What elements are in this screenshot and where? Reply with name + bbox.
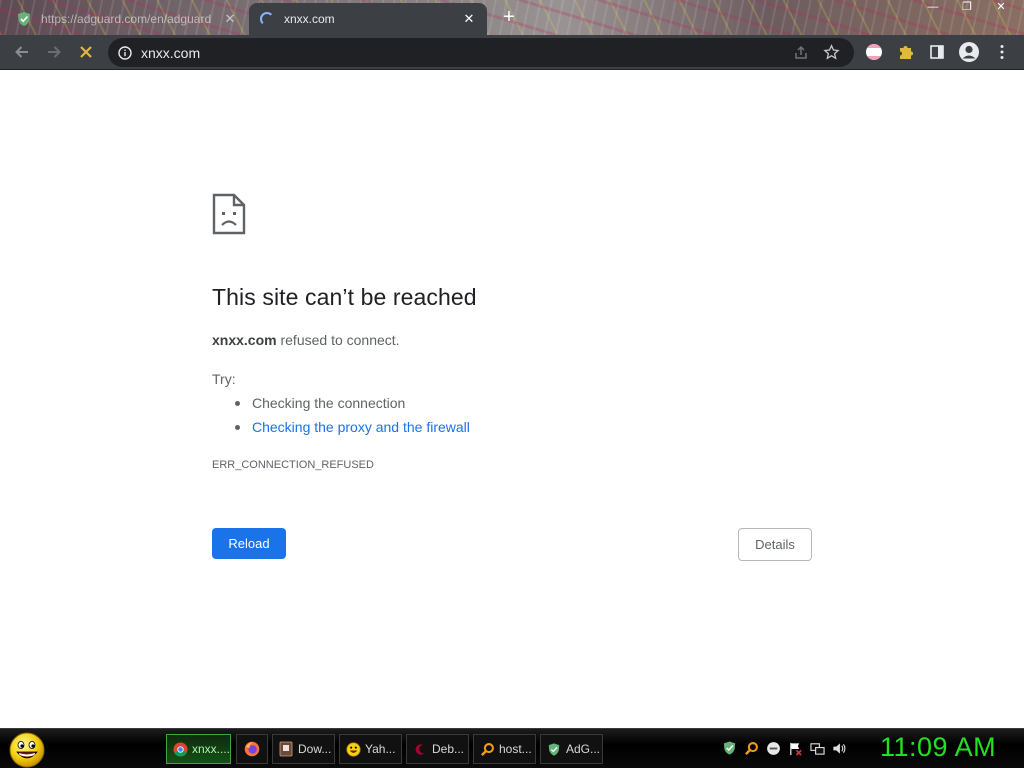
error-title: This site can’t be reached bbox=[212, 284, 477, 310]
taskbar-item-chrome[interactable]: xnxx.... bbox=[166, 734, 231, 764]
task-label: Dow... bbox=[298, 742, 332, 756]
details-button[interactable]: Details bbox=[738, 528, 812, 561]
taskbar-item-debian[interactable]: Deb... bbox=[406, 734, 469, 764]
extensions-button[interactable] bbox=[892, 38, 920, 66]
task-label: host... bbox=[499, 742, 532, 756]
share-icon[interactable] bbox=[788, 40, 814, 66]
loading-spinner-icon bbox=[259, 11, 275, 27]
extension-flag-icon bbox=[866, 44, 882, 60]
task-label: Deb... bbox=[432, 742, 465, 756]
stop-loading-button[interactable] bbox=[72, 38, 100, 66]
reload-button[interactable]: Reload bbox=[212, 528, 286, 559]
url-text[interactable]: xnxx.com bbox=[141, 45, 784, 61]
suggestion-check-connection: Checking the connection bbox=[252, 395, 406, 411]
stop-icon bbox=[80, 46, 92, 58]
taskbar-item-hosts[interactable]: host... bbox=[473, 734, 536, 764]
side-panel-button[interactable] bbox=[923, 38, 951, 66]
page-content: This site can’t be reached xnxx.com refu… bbox=[0, 70, 1024, 728]
menu-kebab-icon bbox=[1000, 45, 1004, 59]
extensions-puzzle-icon bbox=[900, 46, 913, 59]
adguard-shield-icon bbox=[16, 11, 32, 27]
taskbar-clock[interactable]: 11:09 AM bbox=[880, 732, 996, 763]
profile-avatar-icon bbox=[959, 42, 979, 62]
start-smiley-icon[interactable] bbox=[8, 731, 46, 768]
yahoo-smiley-icon bbox=[345, 741, 361, 757]
tab-title: xnxx.com bbox=[284, 12, 335, 26]
system-tray bbox=[718, 737, 850, 759]
taskbar-item-downloads[interactable]: Dow... bbox=[272, 734, 335, 764]
error-message: xnxx.com refused to connect. bbox=[212, 332, 400, 348]
list-item: Checking the proxy and the firewall bbox=[235, 419, 470, 443]
window-controls: — ❐ ✕ bbox=[916, 0, 1018, 16]
new-tab-button[interactable]: + bbox=[498, 7, 520, 29]
site-info-icon[interactable] bbox=[118, 45, 132, 60]
address-bar[interactable]: xnxx.com bbox=[108, 38, 854, 67]
profile-button[interactable] bbox=[955, 38, 983, 66]
minimize-button[interactable]: — bbox=[916, 0, 950, 16]
task-label: Yah... bbox=[365, 742, 396, 756]
browser-toolbar: xnxx.com bbox=[0, 35, 1024, 70]
action-center-flag-icon[interactable] bbox=[784, 738, 806, 758]
close-window-button[interactable]: ✕ bbox=[984, 0, 1018, 16]
search-magnifier-icon bbox=[479, 741, 495, 757]
tab-xnxx[interactable]: xnxx.com ✕ bbox=[249, 3, 487, 35]
debian-icon bbox=[412, 741, 428, 757]
taskbar-item-yahoo[interactable]: Yah... bbox=[339, 734, 402, 764]
maximize-button[interactable]: ❐ bbox=[950, 0, 984, 16]
error-host: xnxx.com bbox=[212, 332, 277, 348]
search-magnifier-icon[interactable] bbox=[740, 738, 762, 758]
back-icon bbox=[15, 46, 28, 58]
tab-adguard[interactable]: https://adguard.com/en/adguard ✕ bbox=[6, 3, 248, 35]
browser-tab-strip: https://adguard.com/en/adguard ✕ xnxx.co… bbox=[0, 0, 1024, 35]
taskbar-item-adguard[interactable]: AdG... bbox=[540, 734, 603, 764]
error-message-text: refused to connect. bbox=[276, 332, 400, 348]
suggestion-proxy-firewall-link[interactable]: Checking the proxy and the firewall bbox=[252, 419, 470, 435]
adguard-shield-icon[interactable] bbox=[718, 738, 740, 758]
extension-button[interactable] bbox=[860, 38, 888, 66]
suggestion-list: Checking the connection Checking the pro… bbox=[235, 395, 470, 443]
forward-icon bbox=[48, 46, 61, 58]
tab-title: https://adguard.com/en/adguard bbox=[41, 12, 212, 26]
forward-button[interactable] bbox=[40, 38, 68, 66]
close-icon[interactable]: ✕ bbox=[222, 11, 238, 27]
list-item: Checking the connection bbox=[235, 395, 470, 419]
download-icon bbox=[278, 741, 294, 757]
side-panel-icon bbox=[930, 45, 944, 59]
taskbar: xnxx.... Dow... Yah... Deb... host... Ad… bbox=[0, 728, 1024, 768]
error-code: ERR_CONNECTION_REFUSED bbox=[212, 459, 374, 471]
close-icon[interactable]: ✕ bbox=[461, 11, 477, 27]
task-label: xnxx.... bbox=[192, 742, 231, 756]
adguard-shield-icon bbox=[546, 741, 562, 757]
firefox-icon bbox=[244, 741, 260, 757]
back-button[interactable] bbox=[8, 38, 36, 66]
network-icon[interactable] bbox=[806, 738, 828, 758]
chrome-icon bbox=[172, 741, 188, 757]
sad-document-icon bbox=[212, 193, 246, 235]
bookmark-star-icon[interactable] bbox=[818, 40, 844, 66]
volume-icon[interactable] bbox=[828, 738, 850, 758]
task-label: AdG... bbox=[566, 742, 601, 756]
taskbar-item-firefox[interactable] bbox=[236, 734, 268, 764]
messenger-icon[interactable] bbox=[762, 738, 784, 758]
try-label: Try: bbox=[212, 371, 236, 387]
menu-button[interactable] bbox=[988, 38, 1016, 66]
